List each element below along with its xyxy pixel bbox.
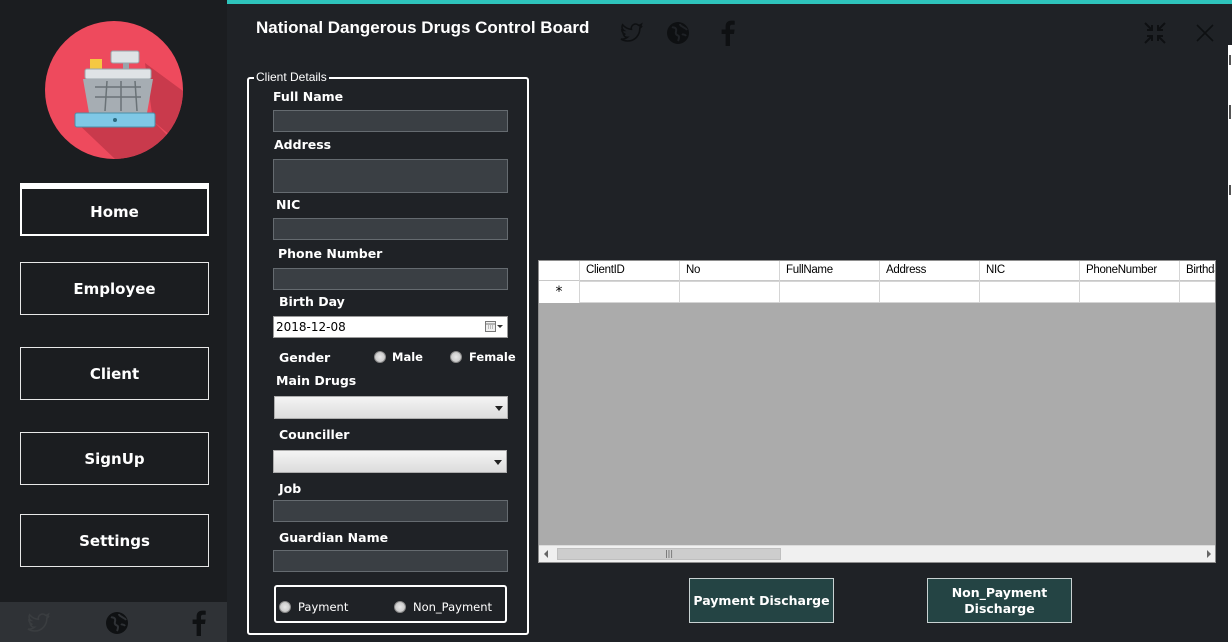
sidebar-item-settings[interactable]: Settings (20, 514, 209, 567)
counciller-select[interactable] (273, 450, 507, 473)
column-header-phonenumber[interactable]: PhoneNumber (1080, 261, 1180, 281)
address-field[interactable] (273, 159, 508, 193)
main-drugs-select[interactable] (274, 396, 508, 419)
gender-female-label: Female (469, 350, 516, 364)
column-header-address[interactable]: Address (880, 261, 980, 281)
non-payment-radio[interactable] (394, 601, 406, 613)
column-header-birthday[interactable]: Birthday (1180, 261, 1215, 281)
nav-label: Home (90, 202, 139, 221)
table-cell[interactable] (1080, 281, 1180, 303)
nav-label: SignUp (84, 449, 145, 468)
facebook-icon[interactable] (186, 610, 212, 636)
gender-male-label: Male (392, 350, 423, 364)
table-row[interactable]: * (539, 281, 1215, 303)
clients-grid[interactable]: ClientID No FullName Address NIC PhoneNu… (538, 260, 1216, 563)
horizontal-scrollbar[interactable]: ||| (539, 545, 1215, 562)
counciller-label: Counciller (279, 427, 350, 442)
address-label: Address (274, 137, 332, 152)
new-row-marker: * (539, 281, 580, 303)
birth-day-picker[interactable]: 2018-12-08 (273, 316, 508, 338)
page-title: National Dangerous Drugs Control Board (256, 18, 590, 37)
non-payment-discharge-button[interactable]: Non_Payment Discharge (927, 578, 1072, 623)
group-legend: Client Details (254, 70, 329, 84)
job-label: Job (279, 481, 302, 496)
top-accent-bar (227, 0, 1232, 4)
job-field[interactable] (273, 500, 508, 522)
nic-label: NIC (276, 197, 301, 212)
guardian-field[interactable] (273, 550, 508, 572)
non-payment-label: Non_Payment (413, 600, 493, 614)
minimize-icon[interactable] (1142, 20, 1168, 46)
sidebar-item-client[interactable]: Client (20, 347, 209, 400)
nav-label: Settings (79, 531, 150, 550)
payment-label: Payment (298, 600, 349, 614)
window-scrollbar[interactable] (1228, 45, 1232, 642)
sidebar: Home Employee Client SignUp Settings (0, 0, 227, 642)
scroll-left-icon[interactable] (544, 550, 548, 558)
twitter-icon[interactable] (26, 610, 52, 636)
table-cell[interactable] (1180, 281, 1215, 303)
globe-icon[interactable] (665, 20, 691, 46)
gender-label: Gender (279, 350, 331, 365)
table-cell[interactable] (580, 281, 680, 303)
full-name-field[interactable] (273, 110, 508, 132)
cash-register-logo (45, 21, 183, 159)
main-drugs-label: Main Drugs (276, 373, 357, 388)
full-name-label: Full Name (273, 89, 344, 104)
sidebar-item-home[interactable]: Home (20, 183, 209, 236)
column-header-no[interactable]: No (680, 261, 780, 281)
chevron-down-icon (494, 460, 502, 465)
column-header-fullname[interactable]: FullName (780, 261, 880, 281)
scroll-right-icon[interactable] (1207, 550, 1211, 558)
nav-label: Employee (73, 279, 156, 298)
gender-female-radio[interactable] (450, 351, 462, 363)
grid-corner (539, 261, 580, 281)
nic-field[interactable] (273, 218, 508, 240)
scroll-thumb[interactable]: ||| (557, 548, 781, 560)
birth-day-value: 2018-12-08 (276, 320, 346, 334)
sidebar-item-signup[interactable]: SignUp (20, 432, 209, 485)
payment-radio[interactable] (279, 601, 291, 613)
guardian-label: Guardian Name (279, 530, 389, 545)
grid-header: ClientID No FullName Address NIC PhoneNu… (539, 261, 1215, 281)
phone-field[interactable] (273, 268, 508, 290)
nav-label: Client (89, 364, 140, 383)
chevron-down-icon (495, 406, 503, 411)
sidebar-item-employee[interactable]: Employee (20, 262, 209, 315)
column-header-clientid[interactable]: ClientID (580, 261, 680, 281)
payment-discharge-button[interactable]: Payment Discharge (689, 578, 834, 623)
table-cell[interactable] (680, 281, 780, 303)
calendar-dropdown-icon[interactable] (485, 321, 503, 333)
close-icon[interactable] (1192, 20, 1218, 46)
sidebar-social-bar (0, 602, 227, 642)
twitter-icon[interactable] (619, 20, 645, 46)
facebook-icon[interactable] (715, 20, 741, 46)
globe-icon[interactable] (104, 610, 130, 636)
phone-label: Phone Number (278, 246, 383, 261)
birth-day-label: Birth Day (279, 294, 345, 309)
table-cell[interactable] (880, 281, 980, 303)
column-header-nic[interactable]: NIC (980, 261, 1080, 281)
gender-male-radio[interactable] (374, 351, 386, 363)
table-cell[interactable] (780, 281, 880, 303)
table-cell[interactable] (980, 281, 1080, 303)
